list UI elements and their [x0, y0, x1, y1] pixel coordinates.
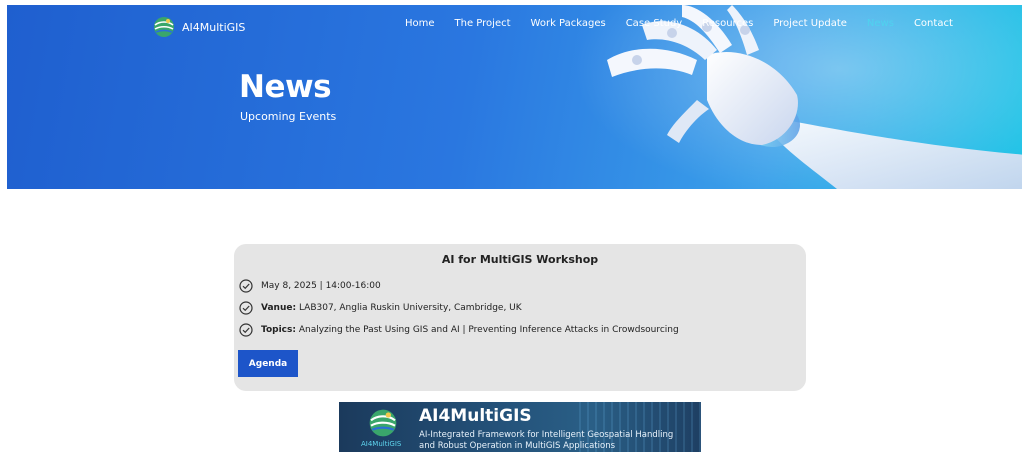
nav-links: Home The Project Work Packages Case Stud… [405, 18, 953, 29]
event-date: May 8, 2025 | 14:00-16:00 [261, 281, 381, 291]
venue-value: LAB307, Anglia Ruskin University, Cambri… [298, 303, 522, 313]
globe-logo-icon [154, 17, 174, 37]
hero-section: AI4MultiGIS Home The Project Work Packag… [7, 5, 1022, 189]
page: AI4MultiGIS Home The Project Work Packag… [0, 0, 1022, 452]
top-nav: AI4MultiGIS Home The Project Work Packag… [7, 5, 1022, 45]
globe-logo-icon [369, 409, 397, 437]
agenda-button[interactable]: Agenda [238, 350, 298, 377]
page-title: News [239, 69, 332, 105]
project-banner-image: AI4MultiGIS AI4MultiGIS AI-Integrated Fr… [339, 402, 701, 452]
event-topics-row: Topics: Analyzing the Past Using GIS and… [239, 323, 679, 337]
check-circle-icon [239, 301, 253, 315]
event-date-row: May 8, 2025 | 14:00-16:00 [239, 279, 381, 293]
nav-link-work-packages[interactable]: Work Packages [531, 18, 606, 29]
event-card: AI for MultiGIS Workshop May 8, 2025 | 1… [234, 244, 806, 391]
nav-link-home[interactable]: Home [405, 18, 435, 29]
venue-label: Vanue: [261, 303, 297, 313]
event-venue: Vanue: LAB307, Anglia Ruskin University,… [261, 303, 522, 313]
event-topics: Topics: Analyzing the Past Using GIS and… [261, 325, 679, 335]
nav-link-the-project[interactable]: The Project [455, 18, 511, 29]
nav-link-project-update[interactable]: Project Update [773, 18, 847, 29]
nav-link-news[interactable]: News [867, 18, 894, 29]
nav-link-contact[interactable]: Contact [914, 18, 953, 29]
check-circle-icon [239, 279, 253, 293]
nav-link-resources[interactable]: Resources [702, 18, 753, 29]
banner-subtitle-line-1: AI-Integrated Framework for Intelligent … [419, 430, 674, 440]
banner-subtitle: AI-Integrated Framework for Intelligent … [419, 430, 689, 452]
event-title: AI for MultiGIS Workshop [441, 253, 599, 266]
nav-link-case-study[interactable]: Case Study [626, 18, 683, 29]
topics-label: Topics: [261, 325, 296, 335]
banner-subtitle-line-2: and Robust Operation in MultiGIS Applica… [419, 441, 616, 451]
brand-name: AI4MultiGIS [182, 20, 246, 34]
page-subtitle: Upcoming Events [240, 110, 337, 123]
topics-value: Analyzing the Past Using GIS and AI | Pr… [298, 325, 679, 335]
banner-title: AI4MultiGIS [419, 406, 532, 426]
banner-logo-text: AI4MultiGIS [361, 440, 402, 448]
check-circle-icon [239, 323, 253, 337]
event-venue-row: Vanue: LAB307, Anglia Ruskin University,… [239, 301, 522, 315]
brand[interactable]: AI4MultiGIS [152, 15, 245, 39]
